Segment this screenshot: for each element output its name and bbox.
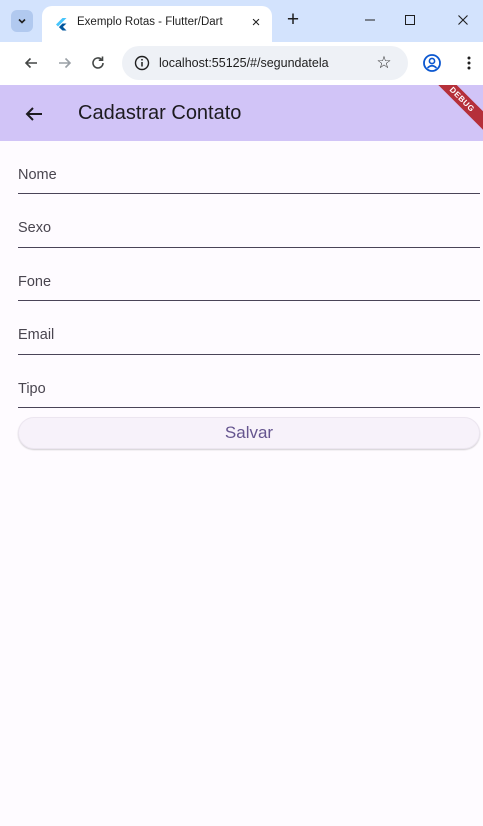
more-vert-icon [467, 56, 471, 70]
close-window-icon [458, 15, 468, 25]
tab-title: Exemplo Rotas - Flutter/Dart [77, 16, 223, 28]
page-title: Cadastrar Contato [78, 102, 242, 124]
gender-field[interactable]: Sexo [18, 194, 480, 248]
phone-field[interactable]: Fone [18, 248, 480, 302]
plus-icon[interactable]: + [282, 9, 304, 31]
app-bar: Cadastrar Contato DEBUG [0, 85, 483, 141]
menu-button[interactable] [458, 52, 480, 74]
minimize-button[interactable] [357, 8, 383, 32]
address-bar[interactable]: localhost:55125/#/segundatela ☆ [122, 46, 408, 80]
reload-icon [92, 56, 104, 69]
field-label: Tipo [18, 380, 46, 397]
field-label: Sexo [18, 220, 52, 237]
profile-icon [423, 54, 441, 72]
browser-tab[interactable]: Exemplo Rotas - Flutter/Dart × [42, 6, 272, 42]
reload-button[interactable] [87, 52, 109, 74]
arrow-right-icon [59, 57, 72, 69]
chevron-down-icon [18, 18, 26, 24]
browser-toolbar: localhost:55125/#/segundatela ☆ [0, 42, 483, 85]
url-text[interactable]: localhost:55125/#/segundatela [159, 56, 329, 70]
tab-search-button[interactable] [11, 10, 33, 32]
arrow-back-icon[interactable] [22, 102, 46, 126]
flutter-logo-icon [56, 18, 67, 31]
back-button[interactable] [20, 52, 42, 74]
browser-tab-strip: Exemplo Rotas - Flutter/Dart × + [0, 0, 483, 42]
email-field[interactable]: Email [18, 301, 480, 355]
maximize-icon [405, 15, 415, 25]
field-label: Email [18, 327, 55, 344]
maximize-button[interactable] [397, 8, 423, 32]
minimize-icon [365, 19, 375, 21]
window-close-button[interactable] [450, 8, 476, 32]
save-button[interactable]: Salvar [18, 417, 480, 449]
forward-button[interactable] [54, 52, 76, 74]
arrow-left-icon [24, 57, 37, 69]
type-field[interactable]: Tipo [18, 355, 480, 408]
close-icon[interactable]: × [247, 14, 265, 32]
name-field[interactable]: Nome [18, 141, 480, 195]
field-label: Nome [18, 167, 57, 183]
profile-button[interactable] [421, 52, 443, 74]
field-label: Fone [18, 273, 52, 290]
star-icon[interactable]: ☆ [374, 53, 394, 73]
info-icon[interactable] [134, 55, 150, 71]
debug-banner: DEBUG [426, 85, 483, 135]
contact-form: Nome Sexo Fone Email Tipo [0, 141, 483, 408]
